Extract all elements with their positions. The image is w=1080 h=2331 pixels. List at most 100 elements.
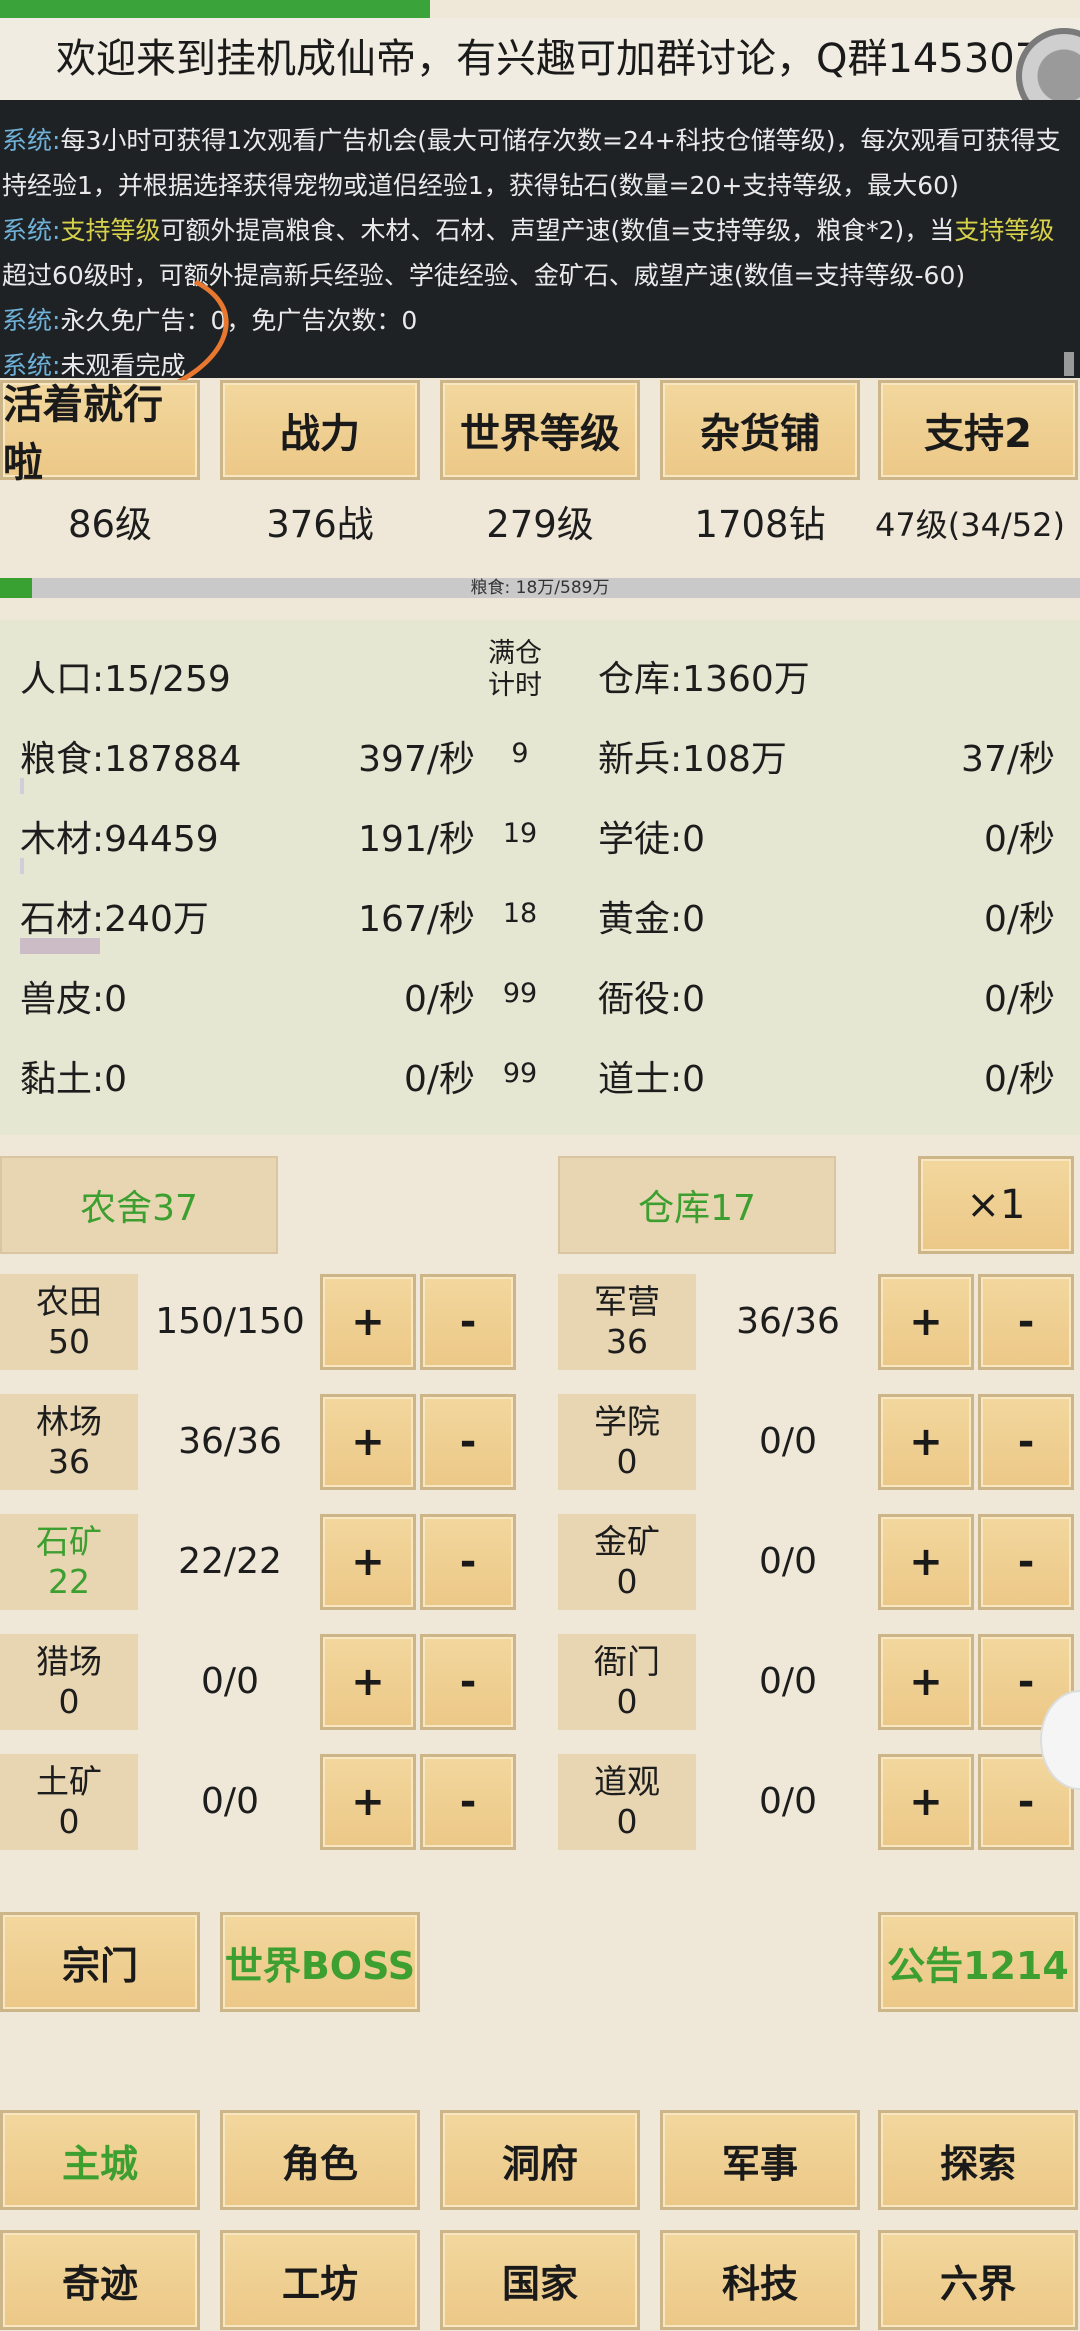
- food-progress-label: 粮食: 18万/589万: [470, 578, 610, 598]
- recruit-rate: 37/秒: [961, 739, 1055, 780]
- multiplier-button[interactable]: ×1: [918, 1156, 1074, 1254]
- sect-button[interactable]: 宗门: [0, 1912, 200, 2012]
- gold-rate: 0/秒: [983, 899, 1055, 940]
- taoist-name: 道士:0: [598, 1059, 706, 1100]
- tab-wonders[interactable]: 奇迹: [0, 2230, 200, 2330]
- power-button[interactable]: 战力: [220, 380, 420, 480]
- farm-plus-button[interactable]: +: [320, 1274, 416, 1370]
- population-label: 人口:15/259: [20, 659, 231, 700]
- top-nav: 活着就行啦 战力 世界等级 杂货铺 支持2: [0, 380, 1080, 486]
- recruit-name: 新兵:108万: [598, 739, 787, 780]
- tab-nation[interactable]: 国家: [440, 2230, 640, 2330]
- taoist-rate: 0/秒: [983, 1059, 1055, 1100]
- wood-timer: 19: [502, 818, 538, 849]
- farm-minus-button[interactable]: -: [420, 1274, 516, 1370]
- world-boss-button[interactable]: 世界BOSS: [220, 1912, 420, 2012]
- clay-mine-count: 0/0: [201, 1781, 259, 1822]
- stone-name: 石材:240万: [20, 899, 209, 940]
- barracks-count: 36/36: [736, 1301, 840, 1342]
- gold-mine-plus-button[interactable]: +: [878, 1514, 974, 1610]
- barracks-minus-button[interactable]: -: [978, 1274, 1074, 1370]
- tab-workshop[interactable]: 工坊: [220, 2230, 420, 2330]
- stat-world-level: 279级: [486, 503, 594, 546]
- resource-panel: 人口:15/259 满仓 计时 仓库:1360万 粮食:187884 397/秒…: [0, 620, 1080, 1135]
- gold-name: 黄金:0: [598, 899, 706, 940]
- clay-name: 黏土:0: [20, 1059, 128, 1100]
- building-hunting[interactable]: 猎场 0: [0, 1634, 138, 1730]
- building-barracks[interactable]: 军营 36: [558, 1274, 696, 1370]
- apprentice-rate: 0/秒: [983, 819, 1055, 860]
- hunting-minus-button[interactable]: -: [420, 1634, 516, 1730]
- clay-rate: 0/秒: [403, 1059, 475, 1100]
- lumber-minus-button[interactable]: -: [420, 1394, 516, 1490]
- tab-cave[interactable]: 洞府: [440, 2110, 640, 2210]
- yamen-count: 0/0: [759, 1661, 817, 1702]
- barracks-plus-button[interactable]: +: [878, 1274, 974, 1370]
- tab-main-city[interactable]: 主城: [0, 2110, 200, 2210]
- shop-button[interactable]: 杂货铺: [660, 380, 860, 480]
- building-yamen[interactable]: 衙门 0: [558, 1634, 696, 1730]
- gold-mine-count: 0/0: [759, 1541, 817, 1582]
- stat-diamonds: 1708钻: [694, 503, 826, 546]
- tab-tech[interactable]: 科技: [660, 2230, 860, 2330]
- wood-rate: 191/秒: [358, 819, 475, 860]
- warehouse-label: 仓库:1360万: [598, 659, 810, 700]
- hide-rate: 0/秒: [403, 979, 475, 1020]
- hunting-plus-button[interactable]: +: [320, 1634, 416, 1730]
- apprentice-name: 学徒:0: [598, 819, 706, 860]
- building-farm[interactable]: 农田 50: [0, 1274, 138, 1370]
- clay-mine-minus-button[interactable]: -: [420, 1754, 516, 1850]
- building-lumber[interactable]: 林场 36: [0, 1394, 138, 1490]
- hide-timer: 99: [502, 978, 538, 1009]
- world-level-button[interactable]: 世界等级: [440, 380, 640, 480]
- academy-minus-button[interactable]: -: [978, 1394, 1074, 1490]
- farm-count: 150/150: [155, 1301, 305, 1342]
- stat-power: 376战: [266, 503, 374, 546]
- log-scrollbar[interactable]: [1064, 352, 1074, 376]
- yamen-plus-button[interactable]: +: [878, 1634, 974, 1730]
- stat-level: 86级: [67, 503, 153, 546]
- building-gold-mine[interactable]: 金矿 0: [558, 1514, 696, 1610]
- lumber-plus-button[interactable]: +: [320, 1394, 416, 1490]
- tab-six-realms[interactable]: 六界: [878, 2230, 1078, 2330]
- welcome-banner: 欢迎来到挂机成仙帝，有兴趣可加群讨论，Q群145307577: [0, 18, 1080, 100]
- stat-support-level: 47级(34/52): [875, 506, 1065, 544]
- wood-name: 木材:94459: [20, 819, 219, 860]
- building-academy[interactable]: 学院 0: [558, 1394, 696, 1490]
- warehouse-button[interactable]: 仓库17: [558, 1156, 836, 1254]
- farmhouse-button[interactable]: 农舍37: [0, 1156, 278, 1254]
- academy-count: 0/0: [759, 1421, 817, 1462]
- building-clay-mine[interactable]: 土矿 0: [0, 1754, 138, 1850]
- quarry-count: 22/22: [178, 1541, 282, 1582]
- temple-count: 0/0: [759, 1781, 817, 1822]
- food-timer: 9: [511, 738, 529, 769]
- tab-explore[interactable]: 探索: [878, 2110, 1078, 2210]
- food-rate: 397/秒: [358, 739, 475, 780]
- temple-plus-button[interactable]: +: [878, 1754, 974, 1850]
- hide-name: 兽皮:0: [20, 979, 128, 1020]
- quarry-plus-button[interactable]: +: [320, 1514, 416, 1610]
- clay-mine-plus-button[interactable]: +: [320, 1754, 416, 1850]
- full-timer-label: 满仓 计时: [488, 638, 542, 701]
- food-progress-bar: 粮食: 18万/589万: [0, 578, 1080, 598]
- constable-name: 衙役:0: [598, 979, 706, 1020]
- tab-military[interactable]: 军事: [660, 2110, 860, 2210]
- survive-button[interactable]: 活着就行啦: [0, 380, 200, 486]
- building-quarry[interactable]: 石矿 22: [0, 1514, 138, 1610]
- building-temple[interactable]: 道观 0: [558, 1754, 696, 1850]
- stone-rate: 167/秒: [358, 899, 475, 940]
- top-progress-bar: [0, 0, 430, 18]
- support-button[interactable]: 支持2: [878, 380, 1078, 480]
- lumber-count: 36/36: [178, 1421, 282, 1462]
- notice-button[interactable]: 公告1214: [878, 1912, 1078, 2012]
- tab-character[interactable]: 角色: [220, 2110, 420, 2210]
- hunting-count: 0/0: [201, 1661, 259, 1702]
- stats-row: 86级 376战 279级 1708钻 47级(34/52): [0, 490, 1080, 560]
- clay-timer: 99: [502, 1058, 538, 1089]
- stone-timer: 18: [502, 898, 538, 929]
- food-name: 粮食:187884: [20, 739, 242, 780]
- log-line: 系统:每3小时可获得1次观看广告机会(最大可储存次数=24+科技仓储等级)，每次…: [2, 126, 1061, 200]
- academy-plus-button[interactable]: +: [878, 1394, 974, 1490]
- gold-mine-minus-button[interactable]: -: [978, 1514, 1074, 1610]
- quarry-minus-button[interactable]: -: [420, 1514, 516, 1610]
